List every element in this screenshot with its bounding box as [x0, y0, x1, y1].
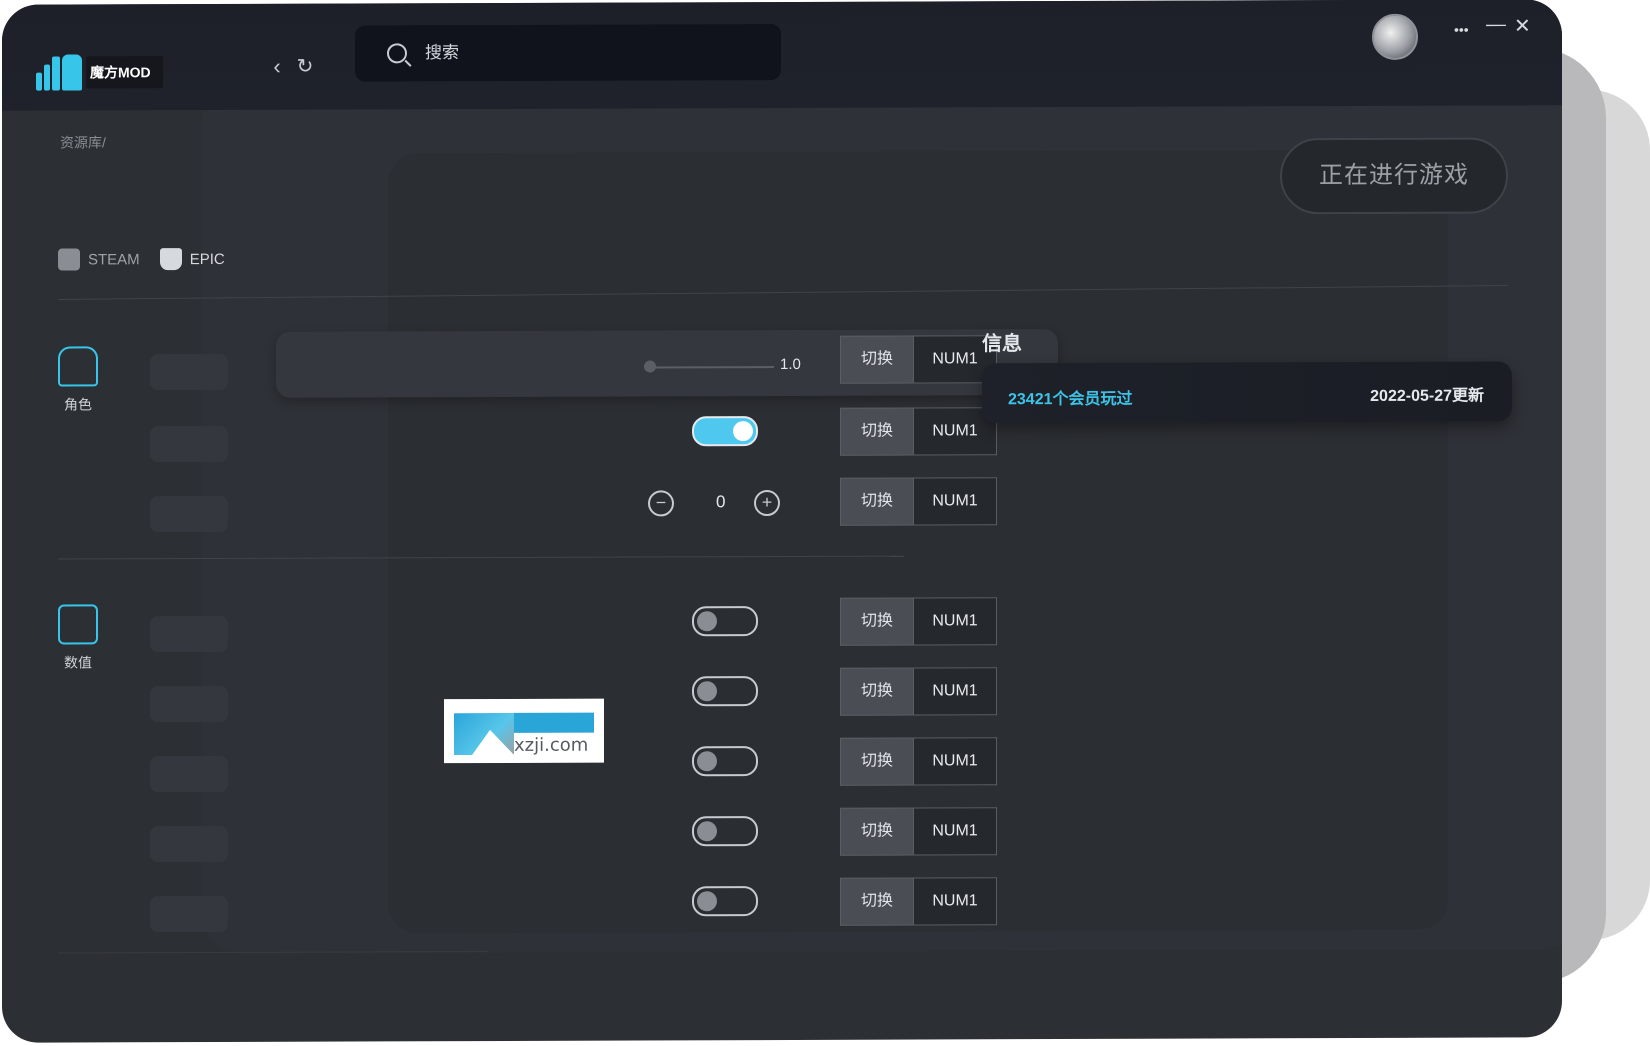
hotkey-control: 切换 NUM1 — [840, 335, 997, 384]
toggle-switch[interactable] — [692, 816, 758, 847]
character-icon — [58, 346, 98, 387]
row-label-placeholder — [150, 353, 228, 391]
row-label-placeholder — [150, 895, 228, 933]
platform-label: EPIC — [189, 250, 225, 268]
row-label-placeholder — [150, 615, 228, 653]
app-window: 魔方MOD ‹ ↻ ••• — ✕ 资源库/ 正在进行游戏 STEAM EPIC… — [2, 0, 1562, 1043]
search-input[interactable] — [423, 41, 727, 65]
hotkey-field[interactable]: NUM1 — [914, 807, 997, 856]
switch-button[interactable]: 切换 — [840, 477, 914, 526]
info-card: 23421个会员玩过 2022-05-27更新 — [982, 361, 1512, 424]
category-character[interactable]: 角色 — [50, 346, 106, 414]
title-bar — [2, 0, 1562, 111]
switch-button[interactable]: 切换 — [840, 597, 914, 646]
row-label-placeholder — [150, 495, 228, 533]
list-item: 1.0 切换 NUM1 — [140, 329, 1058, 398]
switch-button[interactable]: 切换 — [840, 335, 914, 384]
list-item: 切换 NUM1 — [140, 877, 997, 936]
category-label: 角色 — [64, 396, 92, 413]
watermark-text: xzji.com — [514, 734, 589, 756]
toggle-switch[interactable] — [692, 606, 758, 637]
watermark: xzji.com — [444, 698, 604, 764]
toggle-switch[interactable] — [692, 746, 758, 777]
hotkey-field[interactable]: NUM1 — [914, 667, 997, 716]
list-item: 切换 NUM1 — [140, 407, 997, 466]
hotkey-field[interactable]: NUM1 — [914, 597, 997, 646]
hotkey-control: 切换 NUM1 — [840, 737, 997, 786]
toggle-knob — [733, 421, 753, 442]
list-item: 切换 NUM1 — [140, 807, 997, 866]
info-title: 信息 — [982, 333, 1022, 356]
row-label-placeholder — [150, 755, 228, 793]
toggle-switch[interactable] — [692, 886, 758, 917]
platform-steam[interactable]: STEAM — [58, 248, 140, 271]
category-stats[interactable]: 数值 — [50, 604, 106, 672]
toggle-knob — [697, 611, 717, 632]
slider-value: 1.0 — [780, 355, 801, 374]
hotkey-control: 切换 NUM1 — [840, 597, 997, 646]
row-label-placeholder — [150, 685, 228, 723]
platform-label: STEAM — [88, 250, 140, 268]
platform-filter: STEAM EPIC — [58, 248, 225, 271]
list-item: 切换 NUM1 — [140, 597, 997, 656]
category-label: 数值 — [64, 654, 92, 671]
switch-button[interactable]: 切换 — [840, 407, 914, 456]
toggle-switch[interactable] — [692, 416, 758, 447]
toggle-switch[interactable] — [692, 676, 758, 707]
hotkey-field[interactable]: NUM1 — [914, 877, 997, 926]
close-icon[interactable]: ✕ — [1514, 13, 1531, 38]
breadcrumb[interactable]: 资源库/ — [60, 132, 106, 152]
watermark-bar — [514, 712, 594, 733]
member-play-count: 23421个会员玩过 — [1008, 390, 1133, 409]
hotkey-control: 切换 NUM1 — [840, 807, 997, 856]
switch-button[interactable]: 切换 — [840, 877, 914, 926]
steam-icon — [58, 248, 80, 271]
hotkey-control: 切换 NUM1 — [840, 407, 997, 456]
stats-icon — [58, 604, 98, 645]
list-item: − 0 + 切换 NUM1 — [140, 477, 997, 536]
hotkey-control: 切换 NUM1 — [840, 477, 997, 526]
epic-icon — [159, 248, 182, 271]
hotkey-control: 切换 NUM1 — [840, 877, 997, 926]
back-button[interactable]: ‹ — [264, 54, 290, 80]
logo-icon — [36, 54, 82, 91]
toggle-knob — [697, 891, 717, 912]
platform-epic[interactable]: EPIC — [159, 248, 225, 271]
switch-button[interactable]: 切换 — [840, 737, 914, 786]
row-label-placeholder — [150, 825, 228, 863]
toggle-knob — [697, 821, 717, 842]
minimize-icon[interactable]: — — [1486, 13, 1506, 36]
toggle-knob — [697, 681, 717, 702]
user-avatar[interactable] — [1372, 13, 1418, 60]
now-playing-button[interactable]: 正在进行游戏 — [1280, 137, 1508, 215]
search-icon — [387, 43, 407, 64]
switch-button[interactable]: 切换 — [840, 667, 914, 716]
hotkey-control: 切换 NUM1 — [840, 667, 997, 716]
switch-button[interactable]: 切换 — [840, 807, 914, 856]
app-logo[interactable]: 魔方MOD — [36, 54, 163, 91]
update-date: 2022-05-27更新 — [1370, 387, 1484, 405]
decrement-icon[interactable]: − — [648, 490, 674, 517]
hotkey-field[interactable]: NUM1 — [914, 477, 997, 526]
stepper-value: 0 — [716, 492, 726, 512]
row-label-placeholder — [150, 425, 228, 463]
watermark-logo-icon — [454, 713, 514, 755]
search-bar[interactable] — [355, 24, 781, 82]
increment-icon[interactable]: + — [754, 490, 780, 517]
toggle-knob — [697, 751, 717, 772]
more-menu-icon[interactable]: ••• — [1454, 22, 1469, 38]
app-name: 魔方MOD — [86, 56, 163, 89]
refresh-button[interactable]: ↻ — [292, 54, 318, 80]
hotkey-field[interactable]: NUM1 — [914, 737, 997, 786]
